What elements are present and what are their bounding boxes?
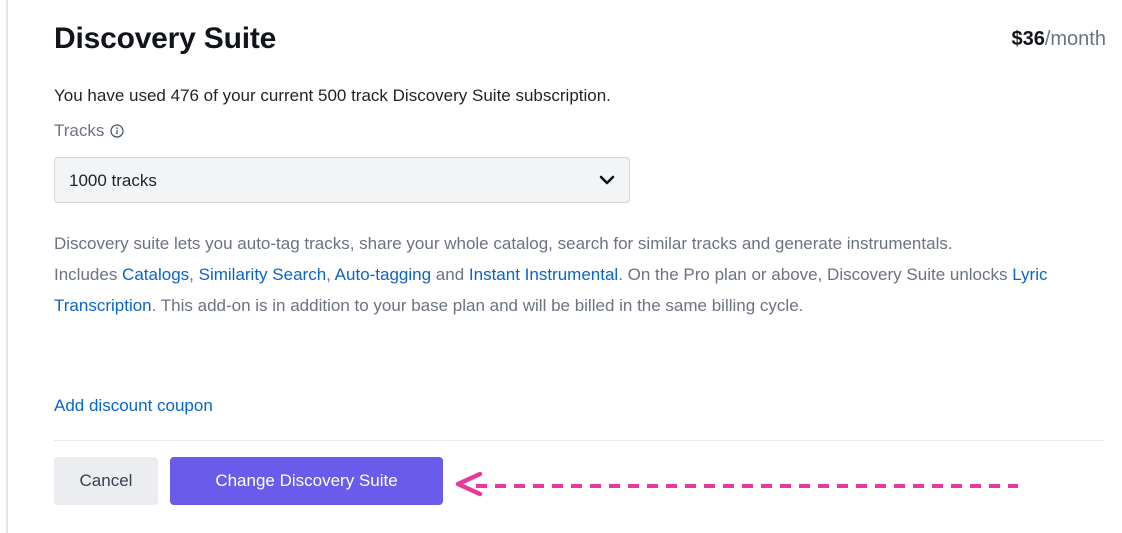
change-discovery-suite-button[interactable]: Change Discovery Suite bbox=[170, 457, 443, 505]
tracks-label: Tracks bbox=[54, 121, 125, 141]
divider bbox=[54, 440, 1104, 441]
usage-text: You have used 476 of your current 500 tr… bbox=[54, 86, 611, 105]
separator-1: , bbox=[189, 265, 199, 284]
description-line-1: Discovery suite lets you auto-tag tracks… bbox=[54, 234, 953, 253]
cancel-button[interactable]: Cancel bbox=[54, 457, 158, 505]
instant-instrumental-link[interactable]: Instant Instrumental bbox=[469, 265, 618, 284]
price-period: /month bbox=[1044, 28, 1106, 50]
tracks-select-value: 1000 tracks bbox=[69, 171, 157, 190]
discovery-suite-panel: Discovery Suite $36/month You have used … bbox=[0, 0, 1122, 533]
includes-prefix: Includes bbox=[54, 265, 123, 284]
description-suffix: . This add-on is in addition to your bas… bbox=[151, 296, 804, 315]
tracks-select[interactable]: 1000 tracks bbox=[54, 157, 630, 203]
info-icon[interactable] bbox=[110, 124, 125, 138]
description: Discovery suite lets you auto-tag tracks… bbox=[54, 228, 1106, 321]
similarity-search-link[interactable]: Similarity Search bbox=[199, 265, 327, 284]
separator-3: and bbox=[431, 265, 469, 284]
tracks-label-text: Tracks bbox=[54, 121, 105, 140]
dashed-arrow-left-icon bbox=[455, 471, 1018, 497]
separator-2: , bbox=[326, 265, 335, 284]
price-amount: $36 bbox=[1011, 28, 1045, 50]
add-discount-coupon-link[interactable]: Add discount coupon bbox=[54, 396, 213, 416]
panel-left-border bbox=[6, 0, 8, 533]
description-paragraph-2: Includes Catalogs, Similarity Search, Au… bbox=[54, 259, 1106, 321]
catalogs-link[interactable]: Catalogs bbox=[122, 265, 189, 284]
auto-tagging-link[interactable]: Auto-tagging bbox=[335, 265, 431, 284]
description-middle: . On the Pro plan or above, Discovery Su… bbox=[618, 265, 1013, 284]
page-title: Discovery Suite bbox=[54, 22, 277, 55]
chevron-down-icon bbox=[599, 175, 615, 185]
price: $36/month bbox=[1011, 28, 1106, 51]
panel-header: Discovery Suite $36/month bbox=[54, 22, 1106, 62]
